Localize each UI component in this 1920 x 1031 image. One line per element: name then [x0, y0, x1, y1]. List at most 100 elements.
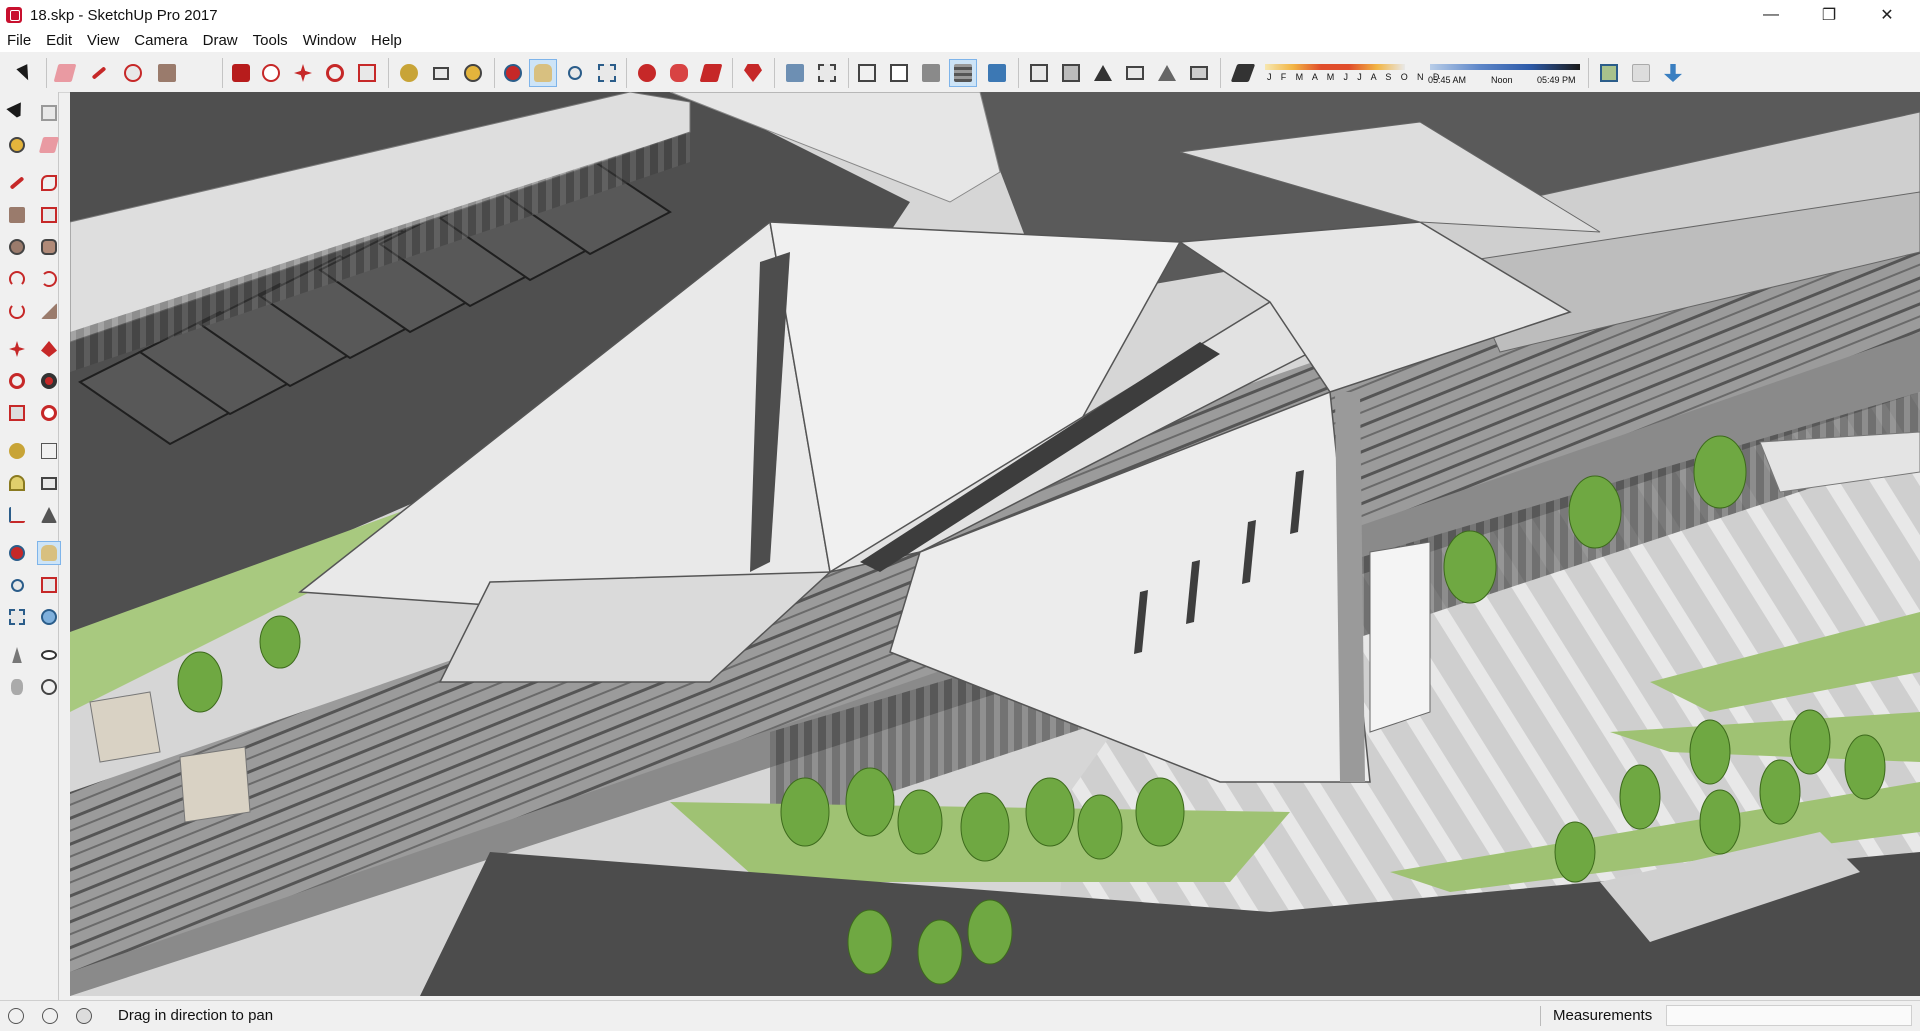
- menu-window[interactable]: Window: [296, 30, 364, 52]
- menu-view[interactable]: View: [80, 30, 127, 52]
- wireframe-button[interactable]: [854, 60, 880, 86]
- move-tool-button[interactable]: [290, 60, 316, 86]
- left-3d-text-button[interactable]: [38, 504, 60, 526]
- shaded-textures-button[interactable]: [949, 59, 977, 87]
- time-start-label: 05:45 AM: [1428, 75, 1467, 85]
- model-viewport[interactable]: [70, 92, 1920, 996]
- protractor-icon: [9, 475, 25, 491]
- left-zoom-extents-button[interactable]: [6, 606, 28, 628]
- left-rotated-rectangle-button[interactable]: [38, 204, 60, 226]
- section-display-button[interactable]: [1628, 60, 1654, 86]
- left-protractor-button[interactable]: [6, 472, 28, 494]
- shadows-button[interactable]: [1230, 60, 1256, 86]
- menu-camera[interactable]: Camera: [127, 30, 195, 52]
- axes-icon: [9, 507, 25, 523]
- left-view-button[interactable]: [1186, 60, 1212, 86]
- pan-tool-button[interactable]: [529, 59, 557, 87]
- pencil-tool-button[interactable]: [86, 60, 112, 86]
- menu-file[interactable]: File: [0, 30, 39, 52]
- left-polygon-button[interactable]: [38, 236, 60, 258]
- left-position-camera-button[interactable]: [6, 644, 28, 666]
- left-circle-button[interactable]: [6, 236, 28, 258]
- left-freehand-button[interactable]: [38, 172, 60, 194]
- minimize-button[interactable]: —: [1742, 0, 1800, 30]
- left-line-button[interactable]: [6, 172, 28, 194]
- left-move-button[interactable]: [6, 338, 28, 360]
- toolbar-separator: [222, 58, 223, 88]
- left-tape-measure-button[interactable]: [6, 440, 28, 462]
- left-look-around-button[interactable]: [38, 644, 60, 666]
- front-view-button[interactable]: [1090, 60, 1116, 86]
- geo-location-icon[interactable]: [8, 1008, 24, 1024]
- shaded-icon: [922, 64, 940, 82]
- orbit-tool-button[interactable]: [500, 60, 526, 86]
- select-tool-button[interactable]: [12, 60, 38, 86]
- left-axes-button[interactable]: [6, 504, 28, 526]
- shadow-settings-panel: J F M A M J J A S O N D 05:45 AM Noon 05…: [1265, 62, 1580, 88]
- right-view-button[interactable]: [1122, 60, 1148, 86]
- scale-tool-button[interactable]: [354, 60, 380, 86]
- user-account-icon[interactable]: [76, 1008, 92, 1024]
- layout-button[interactable]: [698, 60, 724, 86]
- left-scale-button[interactable]: [6, 402, 28, 424]
- left-section-plane-button[interactable]: [38, 676, 60, 698]
- left-previous-view-button[interactable]: [38, 606, 60, 628]
- left-paint-button[interactable]: [6, 134, 28, 156]
- left-rotate-button[interactable]: [6, 370, 28, 392]
- shaded-button[interactable]: [918, 60, 944, 86]
- left-rectangle-button[interactable]: [6, 204, 28, 226]
- xray-button[interactable]: [782, 60, 808, 86]
- eraser-tool-button[interactable]: [52, 60, 78, 86]
- menu-tools[interactable]: Tools: [246, 30, 296, 52]
- left-arc-button[interactable]: [6, 268, 28, 290]
- time-slider[interactable]: [1430, 64, 1580, 70]
- hidden-line-button[interactable]: [886, 60, 912, 86]
- measurements-input[interactable]: [1666, 1005, 1912, 1026]
- back-view-button[interactable]: [1154, 60, 1180, 86]
- top-view-button[interactable]: [1058, 60, 1084, 86]
- paint-bucket-tool-button[interactable]: [460, 60, 486, 86]
- maximize-button[interactable]: ❐: [1800, 0, 1858, 30]
- left-component-button[interactable]: [38, 102, 60, 124]
- section-plane-button[interactable]: [1596, 60, 1622, 86]
- close-button[interactable]: ✕: [1858, 0, 1916, 30]
- credits-info-icon[interactable]: [42, 1008, 58, 1024]
- left-text-button[interactable]: [38, 472, 60, 494]
- monochrome-button[interactable]: [984, 60, 1010, 86]
- left-zoom-window-button[interactable]: [38, 574, 60, 596]
- iso-view-button[interactable]: [1026, 60, 1052, 86]
- toolbar-separator: [774, 58, 775, 88]
- left-walk-button[interactable]: [6, 676, 28, 698]
- rotate-tool-button[interactable]: [322, 60, 348, 86]
- menu-edit[interactable]: Edit: [39, 30, 80, 52]
- rectangle-tool-button[interactable]: [154, 60, 180, 86]
- month-slider[interactable]: [1265, 64, 1405, 70]
- left-offset-button[interactable]: [38, 402, 60, 424]
- left-three-point-arc-button[interactable]: [6, 300, 28, 322]
- section-fill-button[interactable]: [1660, 60, 1686, 86]
- left-orbit-button[interactable]: [6, 542, 28, 564]
- left-eraser-button[interactable]: [38, 134, 60, 156]
- arc-tool-button[interactable]: [120, 60, 146, 86]
- left-dimension-button[interactable]: [38, 440, 60, 462]
- ruby-console-button[interactable]: [740, 60, 766, 86]
- left-zoom-button[interactable]: [6, 574, 28, 596]
- three-point-arc-icon: [9, 303, 25, 319]
- zoom-tool-button[interactable]: [562, 60, 588, 86]
- menu-help[interactable]: Help: [364, 30, 410, 52]
- left-select-button[interactable]: [6, 102, 28, 124]
- menu-draw[interactable]: Draw: [196, 30, 246, 52]
- left-two-point-arc-button[interactable]: [38, 268, 60, 290]
- left-pie-button[interactable]: [38, 300, 60, 322]
- warehouse-button[interactable]: [634, 60, 660, 86]
- zoom-extents-tool-button[interactable]: [594, 60, 620, 86]
- left-push-pull-button[interactable]: [38, 338, 60, 360]
- extension-warehouse-button[interactable]: [666, 60, 692, 86]
- follow-me-tool-button[interactable]: [258, 60, 284, 86]
- back-edges-button[interactable]: [814, 60, 840, 86]
- text-tool-button[interactable]: [428, 60, 454, 86]
- left-pan-button[interactable]: [37, 541, 61, 565]
- left-follow-me-button[interactable]: [38, 370, 60, 392]
- push-pull-tool-button[interactable]: [228, 60, 254, 86]
- tape-measure-tool-button[interactable]: [396, 60, 422, 86]
